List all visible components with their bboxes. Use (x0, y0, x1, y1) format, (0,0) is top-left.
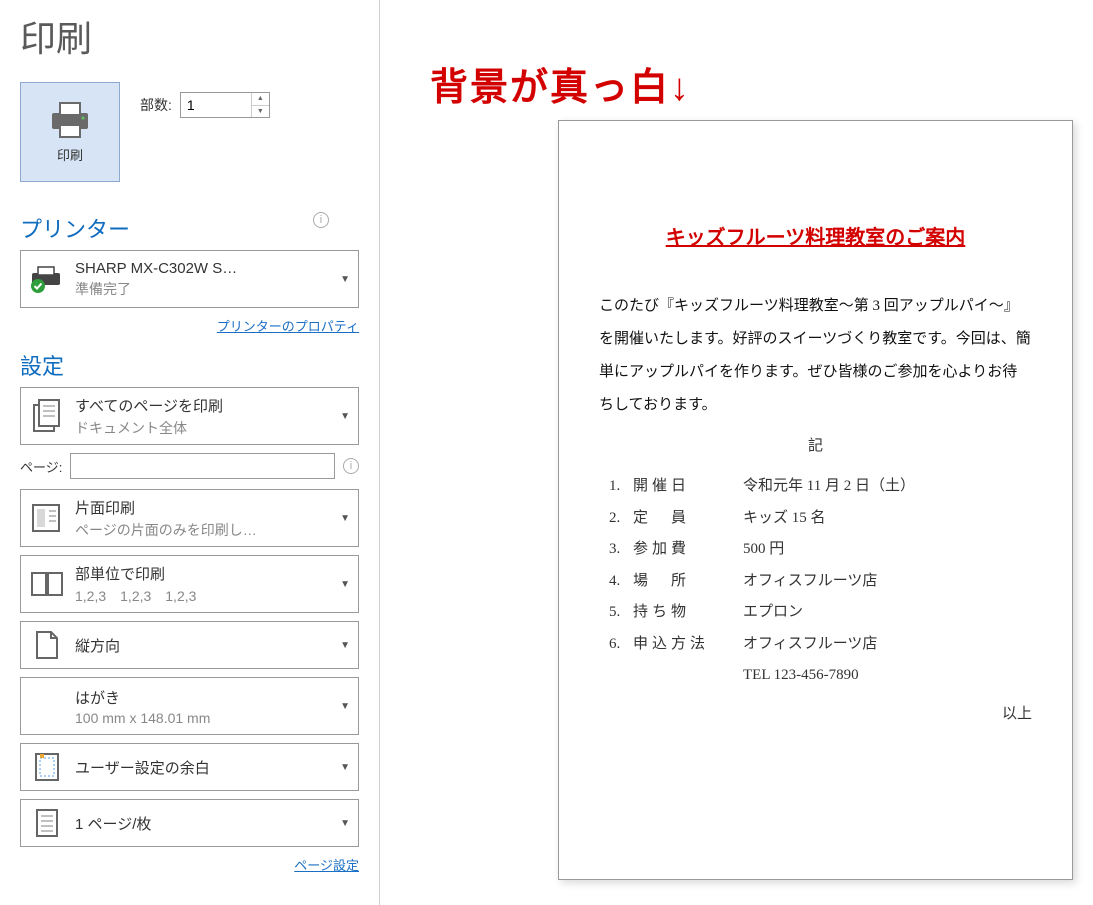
item-label: 場 所 (633, 566, 743, 598)
info-icon[interactable]: i (343, 458, 359, 474)
item-num: 3. (609, 534, 633, 566)
list-item: 6. 申込方法 オフィスフルーツ店 (609, 629, 1032, 661)
item-num (609, 660, 633, 692)
duplex-main: 片面印刷 (75, 497, 334, 518)
printer-status: 準備完了 (75, 279, 334, 299)
item-value: キッズ 15 名 (743, 503, 1032, 535)
item-label: 開催日 (633, 471, 743, 503)
item-num: 4. (609, 566, 633, 598)
doc-body: このたび『キッズフルーツ料理教室〜第 3 回アップルパイ〜』を開催いたします。好… (599, 290, 1032, 422)
page-title: 印刷 (20, 10, 359, 62)
paper-size-dropdown[interactable]: はがき 100 mm x 148.01 mm ▼ (20, 677, 359, 735)
chevron-down-icon: ▼ (340, 818, 350, 829)
spinner-up[interactable]: ▲ (252, 93, 269, 106)
printer-selector[interactable]: SHARP MX-C302W S… 準備完了 ▼ (20, 250, 359, 308)
duplex-sub: ページの片面のみを印刷し… (75, 520, 334, 540)
printer-name: SHARP MX-C302W S… (75, 260, 334, 277)
item-value: 令和元年 11 月 2 日（土） (743, 471, 1032, 503)
copies-label: 部数: (140, 95, 172, 115)
chevron-down-icon: ▼ (340, 762, 350, 773)
pages-input[interactable] (70, 453, 335, 479)
print-button-label: 印刷 (57, 145, 83, 164)
orientation-dropdown[interactable]: 縦方向 ▼ (20, 621, 359, 669)
list-item: 3. 参加費 500 円 (609, 534, 1032, 566)
pages-per-sheet-main: 1 ページ/枚 (75, 813, 334, 834)
list-item: 1. 開催日 令和元年 11 月 2 日（土） (609, 471, 1032, 503)
pages-label: ページ: (20, 457, 62, 476)
printer-section-heading: プリンター (20, 212, 359, 244)
single-side-icon (29, 500, 65, 536)
printer-icon (48, 101, 92, 139)
item-value: TEL 123-456-7890 (743, 660, 1032, 692)
margins-main: ユーザー設定の余白 (75, 757, 334, 778)
print-toolbar: 印刷 部数: ▲ ▼ (20, 82, 359, 182)
print-what-dropdown[interactable]: すべてのページを印刷 ドキュメント全体 ▼ (20, 387, 359, 445)
pages-per-sheet-dropdown[interactable]: 1 ページ/枚 ▼ (20, 799, 359, 847)
info-icon[interactable]: i (313, 212, 329, 228)
chevron-down-icon: ▼ (340, 274, 350, 285)
item-num: 2. (609, 503, 633, 535)
duplex-dropdown[interactable]: 片面印刷 ページの片面のみを印刷し… ▼ (20, 489, 359, 547)
orientation-main: 縦方向 (75, 635, 334, 656)
copies-spinner[interactable]: ▲ ▼ (180, 92, 270, 118)
annotation-text: 背景が真っ白↓ (430, 56, 691, 111)
paper-size-icon (29, 688, 65, 724)
spinner-arrows: ▲ ▼ (251, 93, 269, 117)
doc-closing: 以上 (599, 702, 1032, 723)
item-value: オフィスフルーツ店 (743, 566, 1032, 598)
margins-icon (29, 749, 65, 785)
chevron-down-icon: ▼ (340, 411, 350, 422)
chevron-down-icon: ▼ (340, 701, 350, 712)
item-label: 定 員 (633, 503, 743, 535)
collate-sub: 1,2,3 1,2,3 1,2,3 (75, 586, 334, 606)
print-preview-page: キッズフルーツ料理教室のご案内 このたび『キッズフルーツ料理教室〜第 3 回アッ… (558, 120, 1073, 880)
portrait-icon (29, 627, 65, 663)
printer-ready-icon (29, 261, 65, 297)
print-button[interactable]: 印刷 (20, 82, 120, 182)
pages-row: ページ: i (20, 453, 359, 479)
doc-title: キッズフルーツ料理教室のご案内 (599, 221, 1032, 250)
page-per-sheet-icon (29, 805, 65, 841)
item-label: 申込方法 (633, 629, 743, 661)
list-item: 5. 持ち物 エプロン (609, 597, 1032, 629)
item-value: 500 円 (743, 534, 1032, 566)
spinner-down[interactable]: ▼ (252, 106, 269, 118)
item-label (633, 660, 743, 692)
doc-ki: 記 (599, 434, 1032, 455)
paper-size-main: はがき (75, 687, 334, 708)
chevron-down-icon: ▼ (340, 513, 350, 524)
print-backstage-panel: 印刷 印刷 部数: ▲ ▼ プリ (0, 0, 380, 905)
item-num: 6. (609, 629, 633, 661)
item-value: エプロン (743, 597, 1032, 629)
list-item: 2. 定 員 キッズ 15 名 (609, 503, 1032, 535)
collate-main: 部単位で印刷 (75, 563, 334, 584)
item-value: オフィスフルーツ店 (743, 629, 1032, 661)
chevron-down-icon: ▼ (340, 579, 350, 590)
item-num: 1. (609, 471, 633, 503)
settings-section-heading: 設定 (20, 349, 359, 381)
page-setup-link[interactable]: ページ設定 (20, 855, 359, 874)
list-item: TEL 123-456-7890 (609, 660, 1032, 692)
doc-items: 1. 開催日 令和元年 11 月 2 日（土） 2. 定 員 キッズ 15 名 … (609, 471, 1032, 692)
item-label: 持ち物 (633, 597, 743, 629)
collate-icon (29, 566, 65, 602)
collate-dropdown[interactable]: 部単位で印刷 1,2,3 1,2,3 1,2,3 ▼ (20, 555, 359, 613)
list-item: 4. 場 所 オフィスフルーツ店 (609, 566, 1032, 598)
print-what-sub: ドキュメント全体 (75, 418, 334, 438)
print-what-main: すべてのページを印刷 (75, 395, 334, 416)
item-label: 参加費 (633, 534, 743, 566)
paper-size-sub: 100 mm x 148.01 mm (75, 710, 334, 726)
item-num: 5. (609, 597, 633, 629)
chevron-down-icon: ▼ (340, 640, 350, 651)
margins-dropdown[interactable]: ユーザー設定の余白 ▼ (20, 743, 359, 791)
copies-row: 部数: ▲ ▼ (140, 92, 270, 118)
copies-input[interactable] (181, 93, 251, 117)
pages-icon (29, 398, 65, 434)
printer-properties-link[interactable]: プリンターのプロパティ (20, 316, 359, 335)
